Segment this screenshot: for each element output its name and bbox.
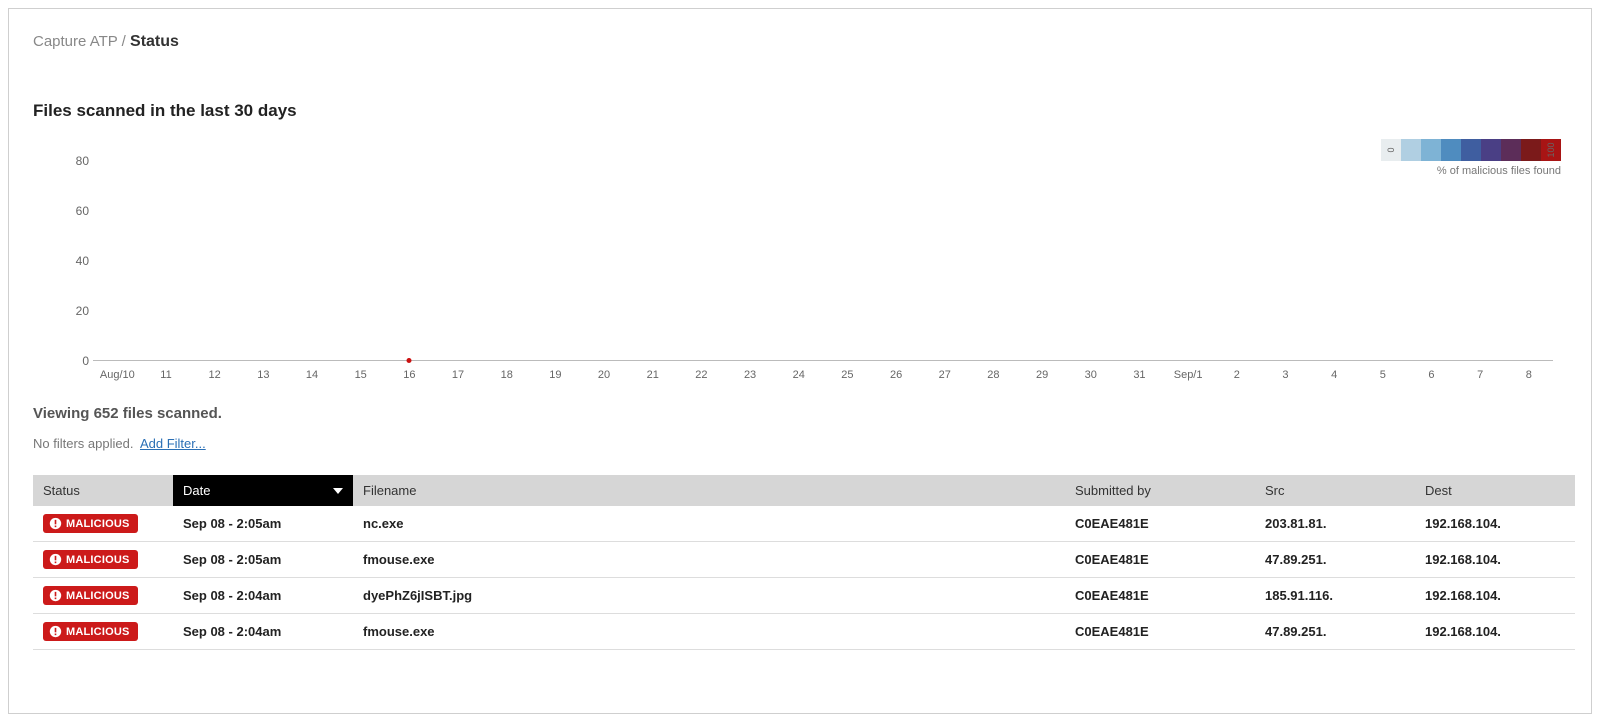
page-container: Capture ATP / Status Files scanned in th… <box>8 8 1592 714</box>
x-tick: 14 <box>288 369 337 381</box>
x-tick: Sep/1 <box>1164 369 1213 381</box>
table-row[interactable]: MALICIOUS Sep 08 - 2:05amnc.exeC0EAE481E2… <box>33 506 1575 542</box>
col-header-date-label: Date <box>183 483 210 498</box>
x-tick: 13 <box>239 369 288 381</box>
cell-submitted: C0EAE481E <box>1065 506 1255 542</box>
x-tick: 21 <box>628 369 677 381</box>
no-filters-label: No filters applied. <box>33 436 133 451</box>
x-tick: 6 <box>1407 369 1456 381</box>
alert-icon <box>49 589 62 602</box>
col-header-filename[interactable]: Filename <box>353 475 1065 506</box>
cell-dest: 192.168.104. <box>1415 578 1575 614</box>
x-tick: 11 <box>142 369 191 381</box>
x-tick: 4 <box>1310 369 1359 381</box>
table-row[interactable]: MALICIOUS Sep 08 - 2:04amdyePhZ6jISBT.jpg… <box>33 578 1575 614</box>
x-tick: 3 <box>1261 369 1310 381</box>
cell-date: Sep 08 - 2:05am <box>173 506 353 542</box>
cell-date: Sep 08 - 2:05am <box>173 542 353 578</box>
col-header-date[interactable]: Date <box>173 475 353 506</box>
status-badge: MALICIOUS <box>43 622 138 641</box>
status-badge: MALICIOUS <box>43 586 138 605</box>
breadcrumb-sep: / <box>118 33 131 50</box>
x-tick: 29 <box>1018 369 1067 381</box>
cell-src: 47.89.251. <box>1255 542 1415 578</box>
x-tick: 16 <box>385 369 434 381</box>
cell-dest: 192.168.104. <box>1415 506 1575 542</box>
alert-icon <box>49 553 62 566</box>
cell-date: Sep 08 - 2:04am <box>173 614 353 650</box>
breadcrumb-current: Status <box>130 33 179 50</box>
section-title: Files scanned in the last 30 days <box>33 101 1575 121</box>
alert-icon <box>49 517 62 530</box>
x-tick: 8 <box>1504 369 1553 381</box>
breadcrumb-parent[interactable]: Capture ATP <box>33 33 118 50</box>
x-tick: 25 <box>823 369 872 381</box>
x-tick: 22 <box>677 369 726 381</box>
breadcrumb: Capture ATP / Status <box>33 33 1575 51</box>
x-tick: 15 <box>336 369 385 381</box>
x-tick: 26 <box>872 369 921 381</box>
viewing-summary: Viewing 652 files scanned. <box>33 405 1575 422</box>
legend-gradient: 0100 <box>1381 139 1561 161</box>
x-tick: 12 <box>190 369 239 381</box>
x-tick: 27 <box>920 369 969 381</box>
col-header-submitted[interactable]: Submitted by <box>1065 475 1255 506</box>
bar-chart: 020406080 Aug/10111213141516171819202122… <box>53 161 1553 381</box>
cell-src: 203.81.81. <box>1255 506 1415 542</box>
results-table: Status Date Filename Submitted by Src De… <box>33 475 1575 650</box>
y-tick: 80 <box>59 154 89 168</box>
x-tick: 30 <box>1066 369 1115 381</box>
selected-day-marker <box>406 358 411 363</box>
x-axis: Aug/101112131415161718192021222324252627… <box>93 369 1553 381</box>
cell-filename: fmouse.exe <box>353 542 1065 578</box>
cell-dest: 192.168.104. <box>1415 614 1575 650</box>
x-tick: 23 <box>726 369 775 381</box>
y-axis: 020406080 <box>53 161 89 361</box>
x-tick: 7 <box>1456 369 1505 381</box>
x-tick: 5 <box>1358 369 1407 381</box>
x-tick: 28 <box>969 369 1018 381</box>
col-header-src[interactable]: Src <box>1255 475 1415 506</box>
x-tick: 17 <box>434 369 483 381</box>
x-tick: 2 <box>1212 369 1261 381</box>
table-row[interactable]: MALICIOUS Sep 08 - 2:04amfmouse.exeC0EAE4… <box>33 614 1575 650</box>
col-header-status[interactable]: Status <box>33 475 173 506</box>
cell-src: 185.91.116. <box>1255 578 1415 614</box>
status-badge: MALICIOUS <box>43 550 138 569</box>
x-tick: Aug/10 <box>93 369 142 381</box>
table-row[interactable]: MALICIOUS Sep 08 - 2:05amfmouse.exeC0EAE4… <box>33 542 1575 578</box>
cell-filename: dyePhZ6jISBT.jpg <box>353 578 1065 614</box>
add-filter-link[interactable]: Add Filter... <box>140 436 206 451</box>
y-tick: 20 <box>59 304 89 318</box>
cell-dest: 192.168.104. <box>1415 542 1575 578</box>
cell-src: 47.89.251. <box>1255 614 1415 650</box>
cell-submitted: C0EAE481E <box>1065 578 1255 614</box>
cell-date: Sep 08 - 2:04am <box>173 578 353 614</box>
x-tick: 18 <box>482 369 531 381</box>
filter-status: No filters applied. Add Filter... <box>33 436 1575 451</box>
x-tick: 31 <box>1115 369 1164 381</box>
cell-filename: nc.exe <box>353 506 1065 542</box>
cell-submitted: C0EAE481E <box>1065 614 1255 650</box>
alert-icon <box>49 625 62 638</box>
cell-submitted: C0EAE481E <box>1065 542 1255 578</box>
col-header-dest[interactable]: Dest <box>1415 475 1575 506</box>
table-header-row: Status Date Filename Submitted by Src De… <box>33 475 1575 506</box>
status-badge: MALICIOUS <box>43 514 138 533</box>
x-tick: 19 <box>531 369 580 381</box>
y-tick: 0 <box>59 354 89 368</box>
x-tick: 20 <box>580 369 629 381</box>
y-tick: 60 <box>59 204 89 218</box>
chart-plot-area <box>93 161 1553 361</box>
sort-desc-icon <box>333 488 343 494</box>
x-tick: 24 <box>774 369 823 381</box>
y-tick: 40 <box>59 254 89 268</box>
cell-filename: fmouse.exe <box>353 614 1065 650</box>
